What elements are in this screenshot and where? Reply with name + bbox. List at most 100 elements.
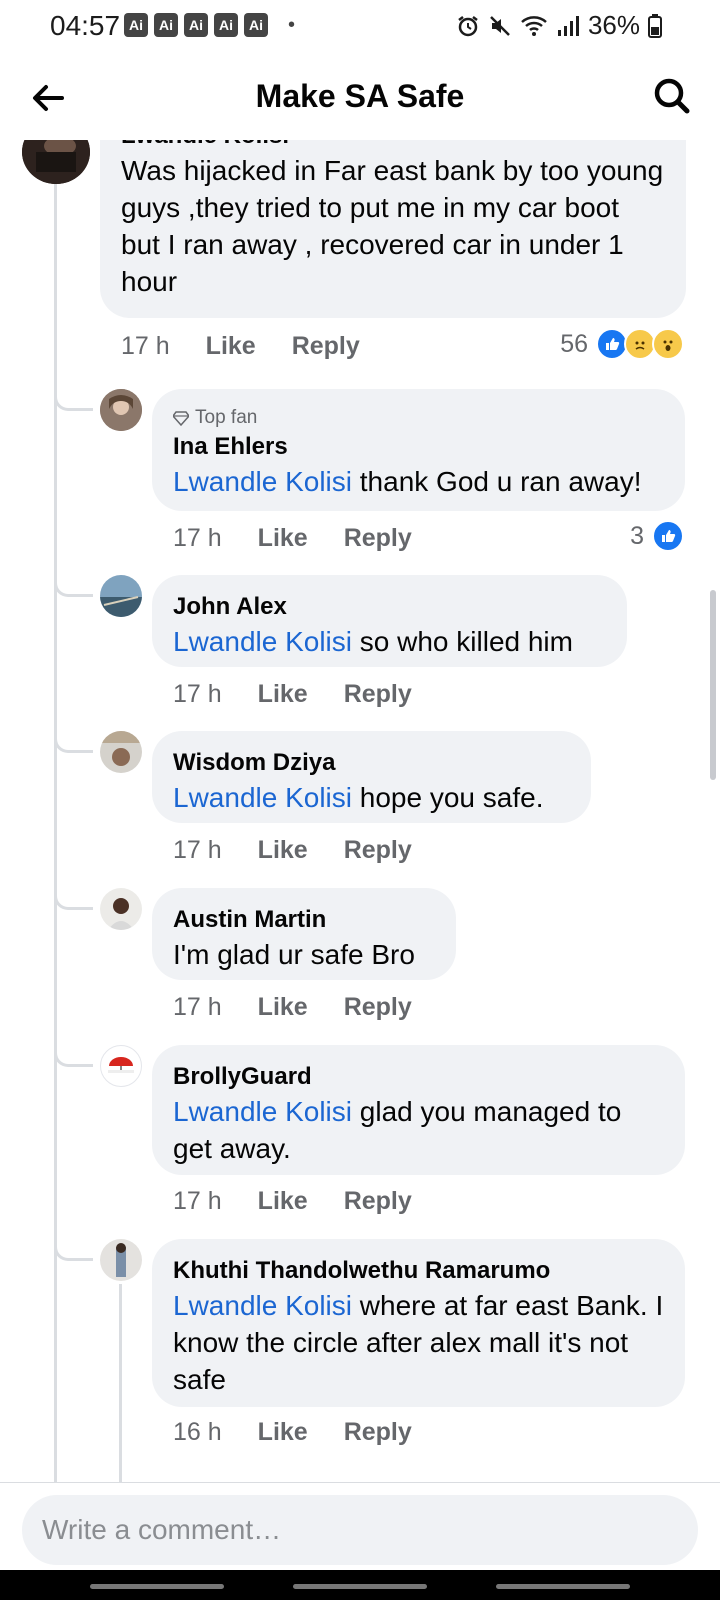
mention-link[interactable]: Lwandle Kolisi [173,782,352,813]
ai-notification-icon: Ai [154,13,178,37]
search-icon[interactable] [652,76,692,121]
reply-button[interactable]: Reply [344,836,412,865]
mention-link[interactable]: Lwandle Kolisi [173,1290,352,1321]
recent-apps-button[interactable] [90,1584,224,1589]
reaction-summary[interactable]: 3 [630,520,684,552]
comment-text: Lwandle Kolisi hope you safe. [173,782,544,813]
avatar[interactable] [100,575,142,617]
comment-bubble[interactable]: Top fan Ina Ehlers Lwandle Kolisi thank … [152,389,685,511]
comment-actions: 16 h Like Reply [173,1418,412,1447]
reaction-summary[interactable]: 56 [560,328,684,360]
ai-notification-icon: Ai [124,13,148,37]
like-button[interactable]: Like [258,1187,308,1216]
like-reaction-icon [652,520,684,552]
reply-button[interactable]: Reply [292,332,360,361]
comment-author[interactable]: Austin Martin [173,904,435,936]
avatar[interactable] [100,389,142,431]
top-fan-badge: Top fan [173,405,664,431]
comment-text: Lwandle Kolisi so who killed him [173,626,573,657]
comment-time: 17 h [173,680,222,708]
avatar[interactable] [22,140,90,184]
wow-reaction-icon [652,328,684,360]
comment-time: 17 h [121,332,170,360]
reply-connector [54,394,93,411]
avatar[interactable] [100,1045,142,1087]
reply-connector [54,736,93,753]
comment-author[interactable]: Wisdom Dziya [173,747,570,779]
comment-input[interactable] [22,1495,698,1565]
avatar[interactable] [100,1239,142,1281]
reply-button[interactable]: Reply [344,1187,412,1216]
ai-notification-icon: Ai [184,13,208,37]
comment-bubble[interactable]: John Alex Lwandle Kolisi so who killed h… [152,575,627,667]
comment-time: 17 h [173,836,222,864]
comment-composer [0,1482,720,1565]
comment-actions: 17 h Like Reply [173,993,412,1022]
like-button[interactable]: Like [258,524,308,553]
avatar[interactable] [100,731,142,773]
reply-button[interactable]: Reply [344,993,412,1022]
avatar[interactable] [100,888,142,930]
comment-bubble[interactable]: Austin Martin I'm glad ur safe Bro [152,888,456,980]
comment-bubble[interactable]: Lwandle Kolisi Was hijacked in Far east … [100,140,686,318]
status-time: 04:57 [50,10,121,41]
comment-time: 17 h [173,993,222,1021]
comment-bubble[interactable]: Khuthi Thandolwethu Ramarumo Lwandle Kol… [152,1239,685,1407]
comment-text: Lwandle Kolisi thank God u ran away! [173,466,642,497]
comment-text: Lwandle Kolisi glad you managed to get a… [173,1096,622,1164]
app-header: Make SA Safe [0,60,720,140]
comment-actions: 17 h Like Reply [173,524,412,553]
comment-bubble[interactable]: BrollyGuard Lwandle Kolisi glad you mana… [152,1045,685,1175]
comment-time: 16 h [173,1418,222,1446]
comment-text: Was hijacked in Far east bank by too you… [121,155,664,297]
mute-icon [488,14,512,38]
reaction-count: 3 [630,521,644,550]
comment-thread: Lwandle Kolisi Was hijacked in Far east … [0,140,720,1482]
like-button[interactable]: Like [258,1418,308,1447]
wifi-icon [520,14,548,38]
comment-author[interactable]: BrollyGuard [173,1061,664,1093]
reaction-count: 56 [560,329,588,358]
like-button[interactable]: Like [258,836,308,865]
comment-actions: 17 h Like Reply [173,680,412,709]
reply-button[interactable]: Reply [344,1418,412,1447]
mention-link[interactable]: Lwandle Kolisi [173,466,352,497]
reply-button[interactable]: Reply [344,680,412,709]
alarm-icon [456,14,480,38]
like-button[interactable]: Like [258,993,308,1022]
system-nav-bar [0,1570,720,1600]
comment-author[interactable]: Khuthi Thandolwethu Ramarumo [173,1255,664,1287]
mention-link[interactable]: Lwandle Kolisi [173,626,352,657]
signal-icon [556,14,580,38]
reply-button[interactable]: Reply [344,524,412,553]
comment-author[interactable]: John Alex [173,591,606,623]
back-nav-button[interactable] [496,1584,630,1589]
page-title: Make SA Safe [255,78,465,114]
comment-actions: 17 h Like Reply [173,836,412,865]
like-button[interactable]: Like [258,680,308,709]
comment-author[interactable]: Ina Ehlers [173,431,664,463]
like-button[interactable]: Like [206,332,256,361]
reply-connector [54,1050,93,1067]
comment-bubble[interactable]: Wisdom Dziya Lwandle Kolisi hope you saf… [152,731,591,823]
reply-connector [54,1244,93,1261]
system-icons: 36% [456,10,662,41]
mention-link[interactable]: Lwandle Kolisi [173,1096,352,1127]
home-button[interactable] [293,1584,427,1589]
diamond-icon [173,411,189,426]
battery-percent: 36% [587,10,640,40]
comment-text: Lwandle Kolisi where at far east Bank. I… [173,1290,664,1395]
ai-notification-icon: Ai [214,13,238,37]
ai-notification-icon: Ai [244,13,268,37]
umbrella-logo [108,1057,134,1073]
notification-icons: Ai Ai Ai Ai Ai [124,13,268,37]
thread-line [54,182,57,1482]
nested-thread-line [119,1284,122,1482]
comment-actions: 17 h Like Reply [121,332,360,361]
comment-actions: 17 h Like Reply [173,1187,412,1216]
comment-author[interactable]: Lwandle Kolisi [121,140,665,152]
reply-connector [54,580,93,597]
status-bar: 04:57 Ai Ai Ai Ai Ai • 36% [0,0,720,52]
top-fan-label: Top fan [195,407,258,428]
scrollbar[interactable] [710,590,716,780]
